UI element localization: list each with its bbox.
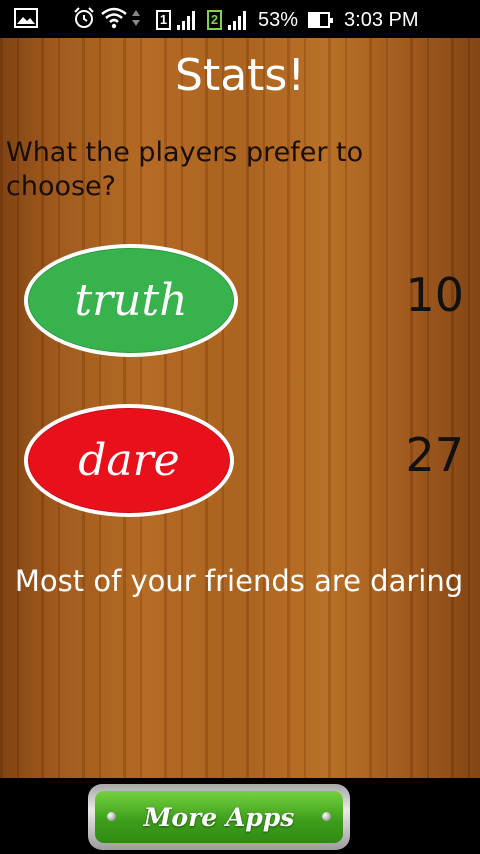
alarm-icon: [72, 6, 96, 34]
image-icon: [14, 8, 38, 32]
data-arrows-icon: [132, 8, 140, 32]
battery-icon: [308, 12, 334, 28]
stats-screen: Stats! What the players prefer to choose…: [0, 38, 480, 778]
question-text: What the players prefer to choose?: [6, 137, 364, 202]
truth-count: 10: [405, 268, 464, 322]
rivet-icon: [322, 812, 331, 821]
wifi-icon: [100, 6, 128, 34]
dare-button[interactable]: dare: [24, 404, 234, 517]
sim2-icon: 2: [207, 10, 222, 30]
more-apps-label: More Apps: [143, 802, 295, 832]
battery-percent: 53%: [258, 8, 299, 31]
clock: 3:03 PM: [344, 8, 419, 31]
rivet-icon: [107, 812, 116, 821]
status-bar: 1 2 53% 3:03 PM: [0, 0, 480, 38]
more-apps-button[interactable]: More Apps: [88, 784, 350, 850]
dare-label: dare: [78, 435, 180, 486]
summary-text: Most of your friends are daring: [14, 564, 464, 598]
truth-button[interactable]: truth: [24, 244, 238, 357]
footer-bar: More Apps: [0, 778, 480, 854]
signal-icon: [177, 10, 195, 30]
sim1-icon: 1: [156, 10, 171, 30]
signal-icon: [228, 10, 246, 30]
dare-count: 27: [405, 428, 464, 482]
page-title: Stats!: [175, 50, 305, 101]
truth-label: truth: [74, 275, 188, 326]
